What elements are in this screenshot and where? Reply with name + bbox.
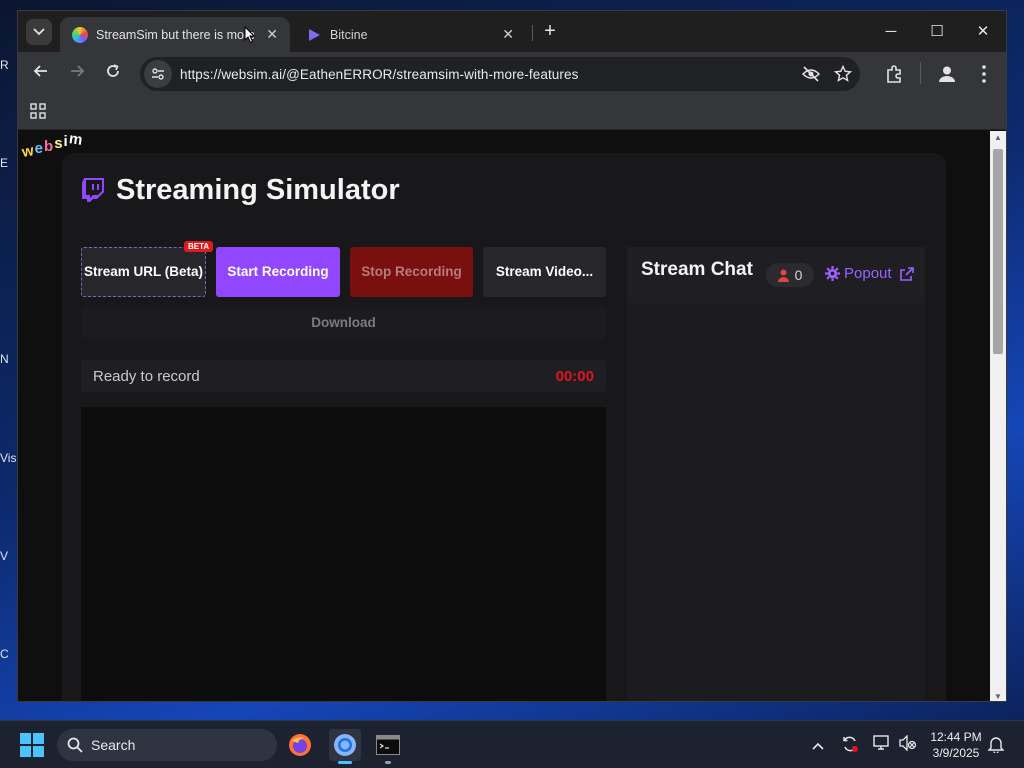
external-link-icon <box>899 266 914 281</box>
scrollbar-thumb[interactable] <box>993 149 1003 354</box>
show-hidden-icons-chevron-up-icon[interactable] <box>808 735 828 755</box>
recording-timer: 00:00 <box>555 368 594 385</box>
volume-muted-icon[interactable] <box>898 734 918 755</box>
tab-title: StreamSim but there is more fe <box>96 27 254 42</box>
windows-taskbar: Search 12:44 PM 3/9/2025 <box>0 720 1024 768</box>
viewer-count-badge: 0 <box>766 263 814 287</box>
firefox-icon <box>289 734 311 756</box>
tab-bitcine[interactable]: Bitcine ✕ <box>294 17 526 52</box>
toolbar-separator <box>920 62 921 84</box>
taskbar-firefox[interactable] <box>284 729 316 761</box>
notification-bell-icon[interactable] <box>986 735 1006 755</box>
desktop-icon-label: N <box>0 352 9 366</box>
forward-button[interactable] <box>64 61 90 87</box>
stream-url-button[interactable]: Stream URL (Beta) <box>81 247 206 297</box>
taskbar-terminal[interactable] <box>372 729 404 764</box>
active-app-indicator <box>338 761 352 764</box>
stream-video-button[interactable]: Stream Video... <box>483 247 606 297</box>
close-tab-icon[interactable]: ✕ <box>266 26 278 43</box>
reload-icon <box>107 64 119 77</box>
close-tab-icon[interactable]: ✕ <box>502 26 514 43</box>
profile-avatar-icon[interactable] <box>936 63 958 85</box>
mouse-cursor-icon <box>244 26 256 44</box>
logo-letter: m <box>67 131 85 149</box>
search-placeholder: Search <box>91 737 136 753</box>
network-display-icon[interactable] <box>872 735 892 755</box>
browser-window: StreamSim but there is more fe ✕ Bitcine… <box>17 10 1007 702</box>
running-app-indicator <box>385 761 391 764</box>
minimize-button[interactable]: ─ <box>868 20 914 44</box>
browser-toolbar: https://websim.ai/@EathenERROR/streamsim… <box>18 52 1006 94</box>
maximize-button[interactable]: ☐ <box>914 20 960 44</box>
url-text: https://websim.ai/@EathenERROR/streamsim… <box>180 66 579 82</box>
taskbar-chrome[interactable] <box>329 729 361 764</box>
gear-icon <box>825 266 840 281</box>
desktop-icon-label: C <box>0 647 9 661</box>
bookmark-star-icon[interactable] <box>834 65 852 83</box>
tab-search-button[interactable] <box>26 19 52 45</box>
desktop-icon-label: E <box>0 156 9 170</box>
status-text: Ready to record <box>93 368 200 385</box>
websim-favicon-icon <box>72 26 88 43</box>
bookmarks-bar <box>18 94 1006 130</box>
chevron-down-icon <box>33 28 45 36</box>
twitch-logo-icon <box>82 178 104 202</box>
address-bar[interactable]: https://websim.ai/@EathenERROR/streamsim… <box>140 57 860 91</box>
stream-chat-panel: Stream Chat 0 Popout <box>627 247 925 701</box>
eye-off-icon[interactable] <box>802 65 820 83</box>
streaming-simulator-card: Streaming Simulator Stream URL (Beta) BE… <box>62 153 946 701</box>
close-window-button[interactable]: ✕ <box>960 20 1006 44</box>
reload-button[interactable] <box>100 61 126 87</box>
popout-link[interactable]: Popout <box>825 265 914 282</box>
sync-status-icon[interactable] <box>840 735 860 755</box>
system-clock[interactable]: 12:44 PM 3/9/2025 <box>921 729 991 761</box>
beta-badge: BETA <box>184 241 214 252</box>
stream-preview <box>81 407 606 701</box>
extensions-puzzle-icon[interactable] <box>884 63 906 85</box>
page-viewport: websim Streaming Simulator Stream URL (B… <box>18 131 990 701</box>
start-recording-button[interactable]: Start Recording <box>216 247 340 297</box>
arrow-right-icon <box>71 65 85 77</box>
page-scrollbar[interactable]: ▲ ▼ <box>990 131 1006 701</box>
logo-letter: e <box>34 140 45 157</box>
download-button[interactable]: Download <box>81 307 606 339</box>
clock-time: 12:44 PM <box>930 730 982 744</box>
stop-recording-button[interactable]: Stop Recording <box>350 247 473 297</box>
chrome-icon <box>334 734 356 756</box>
back-button[interactable] <box>28 61 54 87</box>
page-title: Streaming Simulator <box>116 174 400 206</box>
site-info-button[interactable] <box>144 60 172 88</box>
arrow-left-icon <box>33 65 47 77</box>
tab-strip: StreamSim but there is more fe ✕ Bitcine… <box>18 11 1006 52</box>
user-icon <box>777 269 789 282</box>
kebab-menu-icon[interactable] <box>973 63 995 85</box>
terminal-icon <box>376 735 400 755</box>
new-tab-button[interactable]: + <box>539 20 561 42</box>
chat-title: Stream Chat <box>641 259 753 280</box>
tab-streamsim[interactable]: StreamSim but there is more fe ✕ <box>60 17 290 52</box>
recording-status-bar: Ready to record 00:00 <box>81 360 606 392</box>
logo-letter: b <box>44 138 55 155</box>
clock-date: 3/9/2025 <box>932 746 980 760</box>
desktop-icon-label: V <box>0 549 9 563</box>
popout-label: Popout <box>844 265 892 282</box>
tab-title: Bitcine <box>330 27 368 42</box>
viewer-count: 0 <box>794 267 803 283</box>
chat-header: Stream Chat 0 Popout <box>627 247 925 303</box>
apps-grid-icon[interactable] <box>30 103 46 119</box>
scroll-down-arrow-icon[interactable]: ▼ <box>990 692 1006 701</box>
tab-separator <box>532 25 533 41</box>
desktop-icon-label: R <box>0 58 9 72</box>
windows-start-icon[interactable] <box>20 733 44 757</box>
taskbar-search[interactable]: Search <box>57 729 277 761</box>
desktop-icon-label: Vis <box>0 451 17 465</box>
logo-letter: s <box>54 135 64 152</box>
scroll-up-arrow-icon[interactable]: ▲ <box>990 133 1006 142</box>
bitcine-play-icon <box>309 28 320 41</box>
search-icon <box>67 737 83 753</box>
tune-icon <box>152 68 164 80</box>
